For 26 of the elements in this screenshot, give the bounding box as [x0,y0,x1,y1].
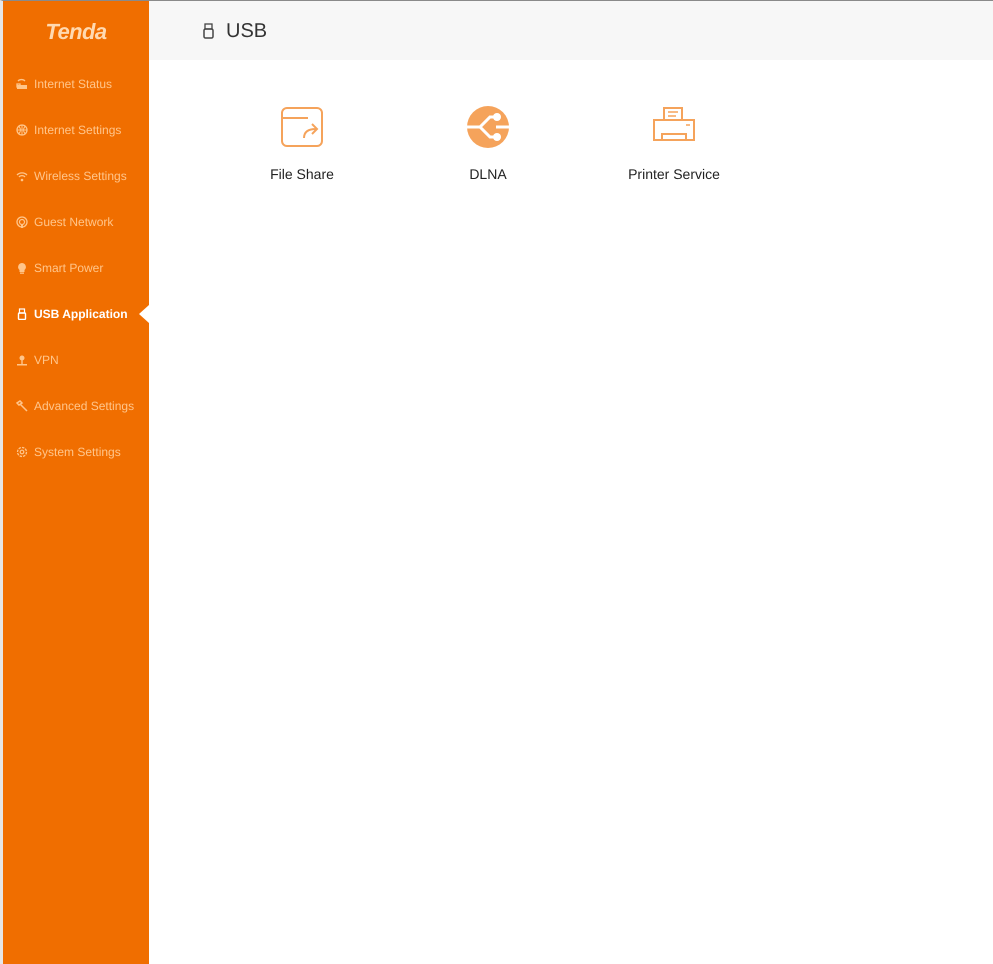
menu-icon [16,170,28,182]
sidebar-item[interactable]: Smart Power [3,245,149,291]
sidebar-item[interactable]: USB Application [3,291,149,337]
menu-icon [16,262,28,274]
menu-icon [16,216,28,228]
active-pointer [139,305,149,323]
menu-icon [16,400,28,412]
sidebar-item[interactable]: Internet Status [3,61,149,107]
sidebar-item[interactable]: Wireless Settings [3,153,149,199]
sidebar-item[interactable]: Advanced Settings [3,383,149,429]
sidebar-item[interactable]: VPN [3,337,149,383]
usb-icon [203,22,214,38]
menu-icon [16,354,28,366]
menu-icon [16,124,28,136]
share-nodes-icon[interactable] [466,106,510,148]
menu-icon [16,446,28,458]
app-link[interactable]: Printer Service [628,164,720,185]
menu-icon [16,78,28,90]
sidebar-item[interactable]: Internet Settings [3,107,149,153]
sidebar-item[interactable]: Guest Network [3,199,149,245]
logo: Tenda [45,18,107,46]
menu-icon [16,308,28,320]
app-link[interactable]: File Share [270,164,334,185]
page-title: USB [226,18,268,44]
app-link[interactable]: DLNA [469,164,507,185]
sidebar-item[interactable]: System Settings [3,429,149,475]
